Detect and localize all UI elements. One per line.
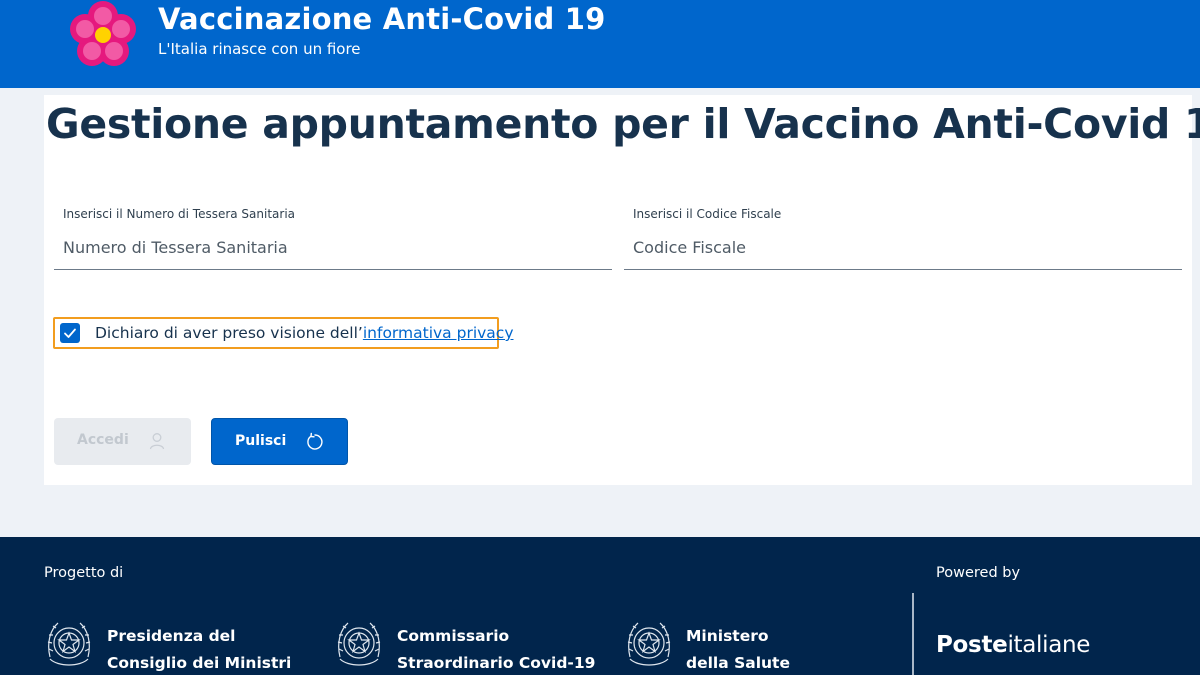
site-footer: Progetto di Powered by Presidenza del Co… (0, 537, 1200, 675)
italian-emblem-icon[interactable] (44, 617, 94, 673)
privacy-checkbox[interactable] (60, 323, 80, 343)
privacy-policy-link[interactable]: informativa privacy (363, 324, 514, 342)
consent-statement: Dichiaro di aver preso visione dell’ (95, 324, 363, 342)
privacy-consent: Dichiaro di aver preso visione dell’info… (53, 317, 514, 349)
health-card-input[interactable] (54, 229, 612, 265)
page-title: Gestione appuntamento per il Vaccino Ant… (46, 100, 1200, 148)
org-commissioner[interactable]: Commissario Straordinario Covid-19 (397, 623, 595, 675)
fiscal-code-field: Inserisci il Codice Fiscale (624, 205, 1182, 270)
site-header: Vaccinazione Anti-Covid 19 L'Italia rina… (0, 0, 1200, 88)
site-title[interactable]: Vaccinazione Anti-Covid 19 (158, 2, 606, 36)
poste-logo-regular: italiane (1007, 632, 1091, 658)
org-ministry-line1: Ministero (686, 627, 769, 645)
italian-emblem-icon[interactable] (624, 617, 674, 673)
login-button[interactable]: Accedi (54, 418, 191, 465)
refresh-icon (307, 432, 323, 450)
italian-emblem-icon[interactable] (334, 617, 384, 673)
login-button-label: Accedi (77, 432, 129, 448)
appointment-form-card: Gestione appuntamento per il Vaccino Ant… (44, 95, 1200, 485)
org-presidency-line1: Presidenza del (107, 627, 236, 645)
primrose-flower-icon[interactable] (62, 0, 144, 76)
org-presidency-line2: Consiglio dei Ministri (107, 654, 292, 672)
org-ministry-line2: della Salute (686, 654, 790, 672)
checkmark-icon (64, 328, 76, 338)
clear-button-label: Pulisci (235, 433, 287, 449)
clear-button[interactable]: Pulisci (211, 418, 348, 465)
poste-italiane-logo[interactable]: Posteitaliane (936, 632, 1090, 658)
health-card-label: Inserisci il Numero di Tessera Sanitaria (63, 207, 296, 221)
fiscal-code-input[interactable] (624, 229, 1182, 265)
site-subtitle: L'Italia rinasce con un fiore (158, 40, 361, 58)
fiscal-code-label: Inserisci il Codice Fiscale (633, 207, 782, 221)
org-presidency[interactable]: Presidenza del Consiglio dei Ministri (107, 623, 291, 675)
footer-divider (912, 593, 914, 675)
user-icon (149, 433, 165, 450)
powered-by-heading: Powered by (936, 565, 1021, 581)
poste-logo-bold: Poste (936, 632, 1008, 658)
consent-text: Dichiaro di aver preso visione dell’info… (95, 324, 514, 342)
health-card-field: Inserisci il Numero di Tessera Sanitaria (54, 205, 612, 270)
org-commissioner-line1: Commissario (397, 627, 510, 645)
org-commissioner-line2: Straordinario Covid-19 (397, 654, 596, 672)
project-heading: Progetto di (44, 565, 124, 581)
org-ministry-health[interactable]: Ministero della Salute (686, 623, 790, 675)
